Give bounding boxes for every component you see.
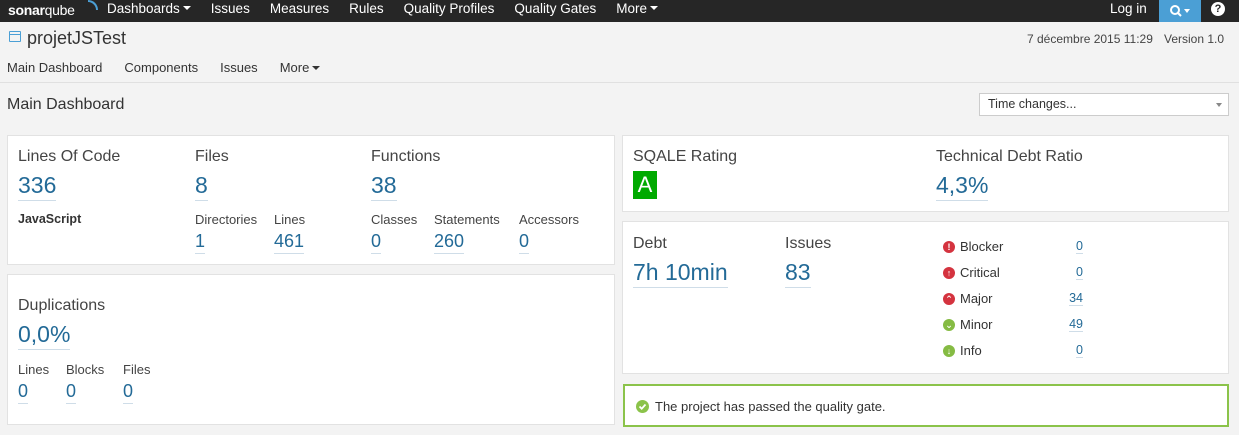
sqale-widget: SQALE Rating A Technical Debt Ratio 4,3%	[622, 135, 1229, 212]
dup-lines-value[interactable]: 0	[18, 381, 29, 404]
issues-widget: Debt 7h 10min Issues 83 ! Blocker 0 ↑ Cr…	[622, 221, 1229, 374]
classes-value[interactable]: 0	[371, 231, 382, 254]
severity-major[interactable]: ⌃ Major 34	[943, 291, 1083, 309]
project-version: Version 1.0	[1164, 32, 1225, 46]
severity-minor[interactable]: ⌄ Minor 49	[943, 317, 1083, 335]
nav-rules[interactable]: Rules	[349, 0, 384, 22]
nav-dashboards[interactable]: Dashboards	[107, 0, 191, 22]
lines-value[interactable]: 461	[274, 231, 305, 254]
statements-label: Statements	[434, 212, 500, 227]
subnav-issues[interactable]: Issues	[220, 60, 258, 75]
severity-count[interactable]: 49	[1069, 317, 1083, 332]
language-label: JavaScript	[18, 212, 82, 226]
loc-value[interactable]: 336	[18, 172, 57, 201]
logo-text-bold: sonar	[8, 2, 45, 18]
quality-gate-message: The project has passed the quality gate.	[655, 399, 886, 414]
severity-critical[interactable]: ↑ Critical 0	[943, 265, 1083, 283]
severity-count[interactable]: 0	[1076, 343, 1083, 358]
lines-label: Lines	[274, 212, 306, 227]
size-widget: Lines Of Code 336 JavaScript Files 8 Dir…	[7, 135, 615, 265]
global-menu: Dashboards Issues Measures Rules Quality…	[107, 0, 678, 22]
caret-down-icon	[312, 65, 321, 70]
severity-info[interactable]: ↓ Info 0	[943, 343, 1083, 361]
tdr-value[interactable]: 4,3%	[936, 172, 989, 201]
page-title: Main Dashboard	[7, 96, 125, 113]
help-icon[interactable]: ?	[1211, 2, 1225, 16]
functions-label: Functions	[371, 148, 441, 165]
accessors-label: Accessors	[519, 212, 579, 227]
files-label: Files	[195, 148, 229, 165]
statements-value[interactable]: 260	[434, 231, 465, 254]
severity-blocker[interactable]: ! Blocker 0	[943, 239, 1083, 257]
project-header: projetJSTest 7 décembre 2015 11:29 Versi…	[0, 22, 1239, 83]
quality-gate-status: The project has passed the quality gate.	[623, 384, 1229, 427]
nav-quality-gates[interactable]: Quality Gates	[514, 0, 596, 22]
dup-files-label: Files	[123, 362, 151, 377]
critical-icon: ↑	[943, 267, 955, 279]
search-button[interactable]	[1159, 0, 1201, 22]
tdr-label: Technical Debt Ratio	[936, 148, 1083, 165]
severity-count[interactable]: 0	[1076, 239, 1083, 254]
caret-down-icon	[649, 6, 658, 11]
subnav-more[interactable]: More	[280, 60, 321, 75]
nav-quality-profiles[interactable]: Quality Profiles	[404, 0, 495, 22]
project-name[interactable]: projetJSTest	[27, 28, 126, 49]
duplications-widget: Duplications 0,0% Lines 0 Blocks 0 Files…	[7, 274, 615, 425]
issues-value[interactable]: 83	[785, 259, 811, 288]
blocker-icon: !	[943, 241, 955, 253]
severity-count[interactable]: 34	[1069, 291, 1083, 306]
duplications-value[interactable]: 0,0%	[18, 321, 71, 350]
files-value[interactable]: 8	[195, 172, 208, 201]
logo-text-rest: qube	[44, 2, 75, 18]
directories-value[interactable]: 1	[195, 231, 206, 254]
project-icon	[9, 31, 21, 42]
directories-label: Directories	[195, 212, 258, 227]
nav-measures[interactable]: Measures	[270, 0, 329, 22]
major-icon: ⌃	[943, 293, 955, 305]
search-icon	[1170, 5, 1190, 17]
loc-label: Lines Of Code	[18, 148, 121, 165]
severity-label: Major	[960, 291, 993, 306]
sonarqube-logo[interactable]: sonarqube	[8, 0, 98, 18]
check-circle-icon	[636, 400, 649, 413]
project-subnav: Main Dashboard Components Issues More	[7, 60, 342, 75]
accessors-value[interactable]: 0	[519, 231, 530, 254]
severity-count[interactable]: 0	[1076, 265, 1083, 280]
time-changes-value: Time changes...	[988, 97, 1077, 111]
debt-label: Debt	[633, 235, 667, 252]
sqale-rating-badge[interactable]: A	[633, 171, 657, 199]
dup-files-value[interactable]: 0	[123, 381, 134, 404]
duplications-label: Duplications	[18, 297, 106, 314]
severity-label: Minor	[960, 317, 993, 332]
dup-blocks-value[interactable]: 0	[66, 381, 77, 404]
subnav-components[interactable]: Components	[124, 60, 198, 75]
analysis-date: 7 décembre 2015 11:29	[1027, 32, 1153, 46]
logo-arc-icon	[88, 0, 98, 10]
functions-value[interactable]: 38	[371, 172, 397, 201]
dup-lines-label: Lines	[18, 362, 50, 377]
caret-down-icon	[182, 6, 191, 11]
dup-blocks-label: Blocks	[66, 362, 105, 377]
info-icon: ↓	[943, 345, 955, 357]
subnav-main-dashboard[interactable]: Main Dashboard	[7, 60, 102, 75]
login-link[interactable]: Log in	[1110, 0, 1147, 18]
severity-label: Critical	[960, 265, 1000, 280]
classes-label: Classes	[371, 212, 418, 227]
minor-icon: ⌄	[943, 319, 955, 331]
severity-label: Blocker	[960, 239, 1004, 254]
top-navbar: sonarqube Dashboards Issues Measures Rul…	[0, 0, 1239, 22]
nav-issues[interactable]: Issues	[211, 0, 250, 22]
issues-label: Issues	[785, 235, 832, 252]
nav-more[interactable]: More	[616, 0, 658, 22]
time-changes-select[interactable]: Time changes...	[979, 93, 1229, 116]
severity-label: Info	[960, 343, 982, 358]
debt-value[interactable]: 7h 10min	[633, 259, 728, 288]
select-arrow-icon	[1216, 103, 1222, 107]
sqale-rating-label: SQALE Rating	[633, 148, 738, 165]
